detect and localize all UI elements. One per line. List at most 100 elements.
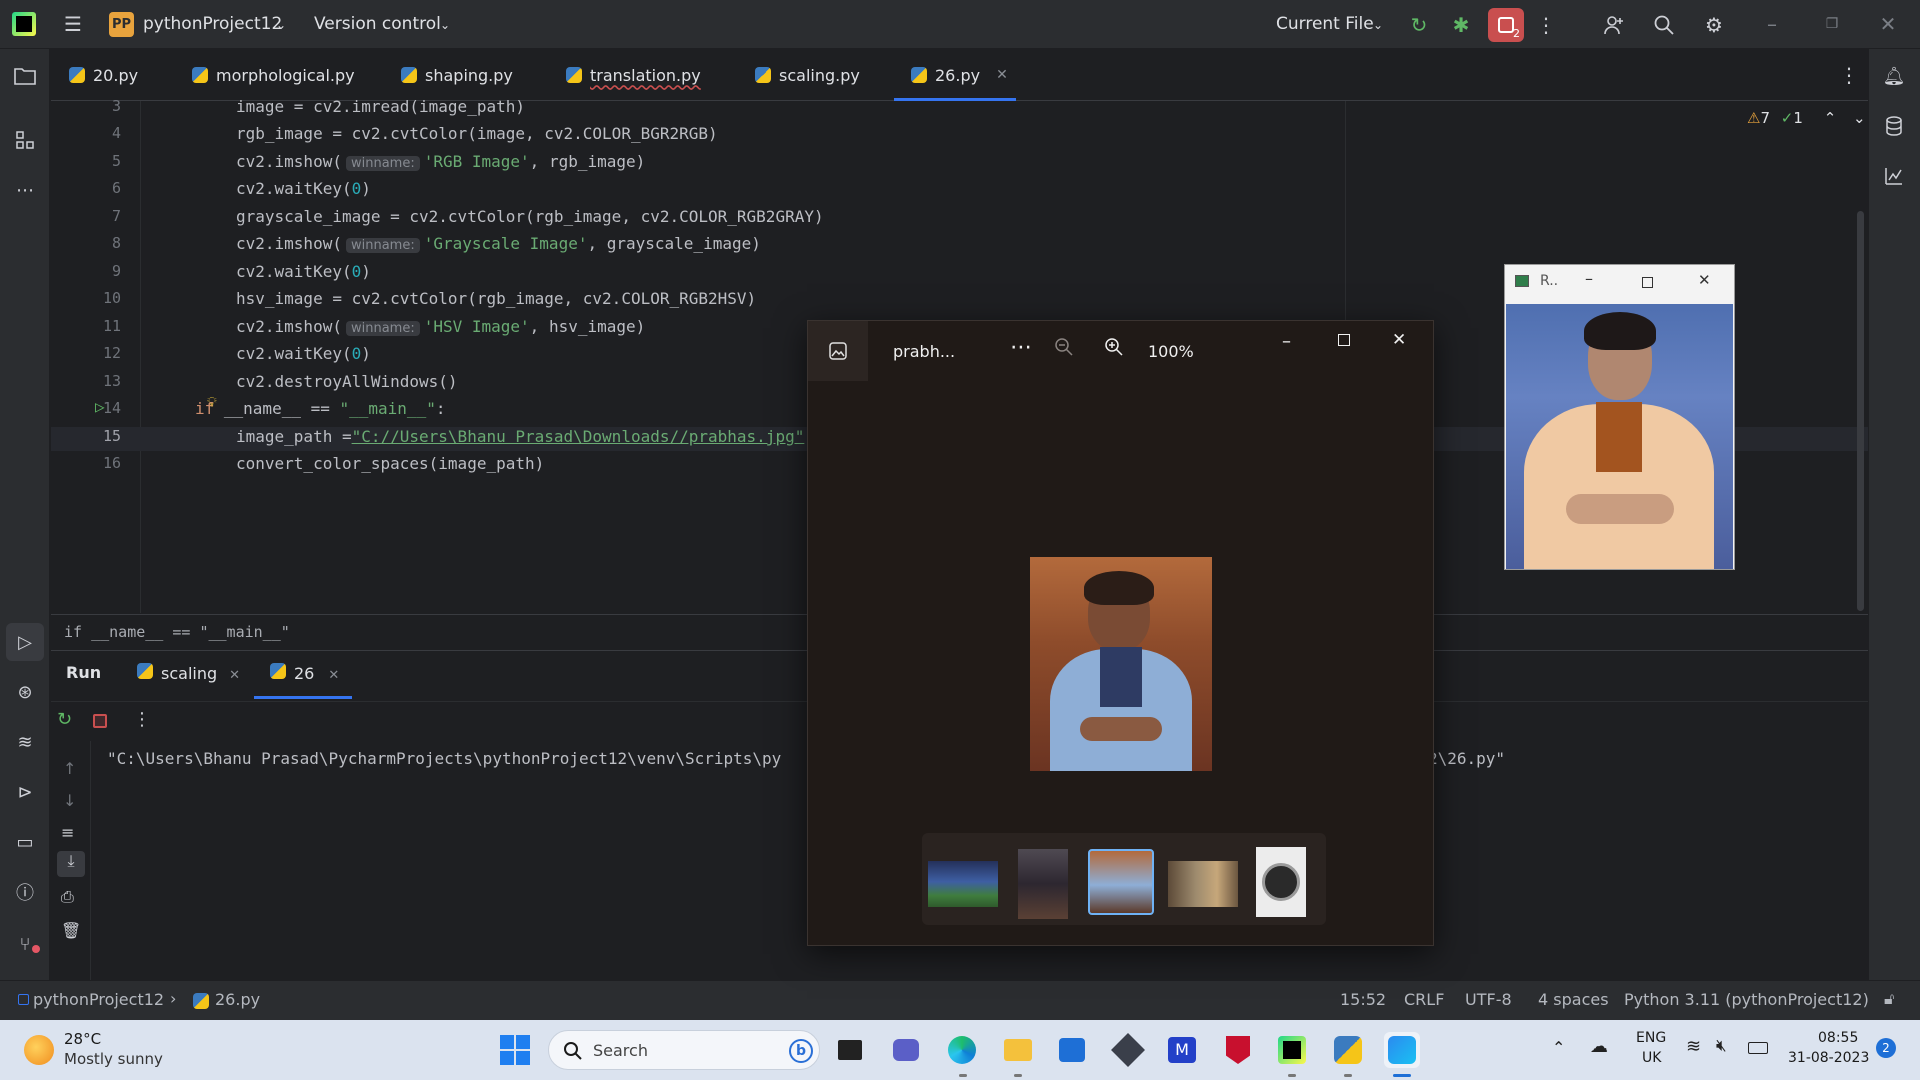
run-config-dropdown[interactable]: Current File bbox=[1276, 14, 1374, 34]
version-control-dropdown[interactable]: Version control bbox=[314, 14, 441, 34]
wifi-icon[interactable]: ≋ bbox=[1686, 1036, 1701, 1057]
more-vertical-icon[interactable]: ⋮ bbox=[133, 709, 151, 730]
restore-icon[interactable]: ❐ bbox=[1820, 12, 1844, 36]
close-tab-icon[interactable]: ✕ bbox=[229, 668, 240, 683]
more-horizontal-icon[interactable]: ⋯ bbox=[10, 175, 40, 205]
close-icon[interactable]: ✕ bbox=[1392, 330, 1406, 350]
weather-desc[interactable]: Mostly sunny bbox=[64, 1050, 163, 1068]
rerun-icon[interactable]: ↻ bbox=[57, 709, 72, 730]
database-icon[interactable] bbox=[1879, 111, 1909, 141]
thumbnail-5[interactable] bbox=[1256, 847, 1306, 917]
zoom-level[interactable]: 100% bbox=[1148, 342, 1194, 361]
volume-muted-icon[interactable]: 🔇︎ bbox=[1716, 1036, 1727, 1056]
thumbnail-4[interactable] bbox=[1168, 861, 1238, 907]
notification-badge[interactable]: 2 bbox=[1876, 1038, 1896, 1058]
chevron-up-icon[interactable]: ⌃ bbox=[1552, 1038, 1565, 1057]
thumbnail-1[interactable] bbox=[928, 861, 998, 907]
problems-icon[interactable]: ⓘ bbox=[10, 877, 40, 907]
scroll-down-icon[interactable]: ↓ bbox=[63, 791, 76, 810]
trash-icon[interactable]: 🗑︎ bbox=[61, 921, 81, 940]
scroll-to-end-icon[interactable]: ⤓ bbox=[57, 851, 85, 877]
git-icon[interactable]: ⑂ bbox=[10, 929, 40, 959]
tab-translation-py[interactable]: translation.py bbox=[566, 49, 701, 101]
language-line1[interactable]: ENG bbox=[1636, 1030, 1666, 1046]
tab-scaling-py[interactable]: scaling.py bbox=[755, 49, 860, 101]
indent-setting[interactable]: 4 spaces bbox=[1538, 990, 1609, 1009]
weather-temp[interactable]: 28°C bbox=[64, 1030, 101, 1048]
onedrive-icon[interactable]: ☁ bbox=[1590, 1036, 1608, 1057]
clock-date[interactable]: 31-08-2023 bbox=[1788, 1050, 1869, 1066]
ms-store-icon[interactable] bbox=[1054, 1032, 1090, 1068]
language-line2[interactable]: UK bbox=[1642, 1050, 1661, 1066]
main-photo[interactable] bbox=[1030, 557, 1212, 771]
zoom-out-icon[interactable] bbox=[1054, 337, 1074, 361]
bing-icon[interactable]: b bbox=[789, 1039, 813, 1063]
run-tab-scaling[interactable]: scaling ✕ bbox=[137, 663, 240, 683]
project-badge[interactable]: PP bbox=[109, 12, 134, 37]
photos-taskbar-icon[interactable] bbox=[1384, 1032, 1420, 1068]
settings-gear-icon[interactable]: ⚙ bbox=[1700, 12, 1728, 38]
app-blue-m-icon[interactable]: M bbox=[1164, 1032, 1200, 1068]
notifications-bell-icon[interactable]: 🔔︎ bbox=[1879, 61, 1909, 91]
file-explorer-icon[interactable] bbox=[1000, 1032, 1036, 1068]
line-separator[interactable]: CRLF bbox=[1404, 990, 1444, 1009]
close-icon[interactable]: ✕ bbox=[1876, 12, 1900, 36]
clock-time[interactable]: 08:55 bbox=[1818, 1030, 1858, 1046]
teams-icon[interactable] bbox=[888, 1032, 924, 1068]
structure-icon[interactable] bbox=[10, 125, 40, 155]
zoom-in-icon[interactable] bbox=[1104, 337, 1124, 361]
close-tab-icon[interactable]: ✕ bbox=[328, 668, 339, 683]
debug-icon[interactable]: ✱ bbox=[1448, 12, 1474, 38]
lightbulb-icon[interactable]: 💡︎ bbox=[207, 395, 217, 411]
run-tab-26[interactable]: 26 ✕ bbox=[270, 663, 339, 683]
more-options-icon[interactable]: ⋯ bbox=[1010, 335, 1032, 360]
print-icon[interactable]: ⎙ bbox=[61, 887, 74, 907]
editor-scrollbar[interactable] bbox=[1857, 211, 1864, 611]
stop-icon[interactable] bbox=[93, 714, 107, 728]
main-menu-icon[interactable]: ☰ bbox=[60, 12, 86, 36]
tab-26-py[interactable]: 26.py ✕ bbox=[911, 49, 1008, 101]
run-gutter-icon[interactable]: ▷ bbox=[95, 397, 105, 416]
tab-shaping-py[interactable]: shaping.py bbox=[401, 49, 513, 101]
taskbar-search-box[interactable]: Search b bbox=[548, 1030, 820, 1070]
maximize-icon[interactable] bbox=[1642, 277, 1653, 288]
run-tool-icon[interactable]: ▷ bbox=[6, 623, 44, 661]
file-encoding[interactable]: UTF-8 bbox=[1465, 990, 1512, 1009]
minimize-icon[interactable]: – bbox=[1282, 331, 1291, 352]
app-cube-icon[interactable] bbox=[1110, 1032, 1146, 1068]
cursor-position[interactable]: 15:52 bbox=[1340, 990, 1386, 1009]
project-folder-icon[interactable] bbox=[10, 61, 40, 91]
status-file[interactable]: 26.py bbox=[215, 990, 260, 1009]
windows-start-icon[interactable] bbox=[500, 1035, 530, 1065]
battery-icon[interactable] bbox=[1748, 1042, 1768, 1054]
lock-icon[interactable]: 🔓︎ bbox=[1884, 989, 1894, 1009]
task-view-icon[interactable] bbox=[832, 1032, 868, 1068]
soft-wrap-icon[interactable]: ≡ bbox=[61, 823, 74, 842]
tab-morphological-py[interactable]: morphological.py bbox=[192, 49, 355, 101]
rerun-icon[interactable]: ↻ bbox=[1406, 12, 1432, 38]
edge-icon[interactable] bbox=[944, 1032, 980, 1068]
add-user-icon[interactable] bbox=[1600, 12, 1628, 38]
chevron-down-icon[interactable]: ⌄ bbox=[1853, 109, 1866, 127]
pycharm-logo-icon[interactable] bbox=[12, 12, 36, 36]
search-icon[interactable] bbox=[1650, 12, 1678, 38]
python-console-icon[interactable]: ⊛ bbox=[10, 677, 40, 707]
services-icon[interactable]: ⊳ bbox=[10, 777, 40, 807]
tabs-more-icon[interactable]: ⋮ bbox=[1839, 63, 1859, 87]
thumbnail-3-selected[interactable] bbox=[1088, 849, 1154, 915]
photos-app-icon[interactable] bbox=[808, 321, 868, 381]
terminal-icon[interactable]: ▭ bbox=[10, 827, 40, 857]
python-taskbar-icon[interactable] bbox=[1330, 1032, 1366, 1068]
python-interpreter[interactable]: Python 3.11 (pythonProject12) bbox=[1624, 990, 1869, 1009]
status-project[interactable]: pythonProject12 bbox=[33, 990, 164, 1009]
inspection-widget[interactable]: ⚠7 ✓1 ⌃ ⌄ bbox=[1747, 109, 1866, 127]
thumbnail-2[interactable] bbox=[1018, 849, 1068, 919]
mcafee-icon[interactable] bbox=[1220, 1032, 1256, 1068]
close-tab-icon[interactable]: ✕ bbox=[996, 67, 1008, 83]
more-vertical-icon[interactable]: ⋮ bbox=[1536, 12, 1556, 38]
maximize-icon[interactable] bbox=[1338, 334, 1350, 346]
weather-sun-icon[interactable] bbox=[24, 1035, 54, 1065]
minimize-icon[interactable]: – bbox=[1585, 269, 1593, 288]
tab-20-py[interactable]: 20.py bbox=[69, 49, 138, 101]
scroll-up-icon[interactable]: ↑ bbox=[63, 759, 76, 778]
